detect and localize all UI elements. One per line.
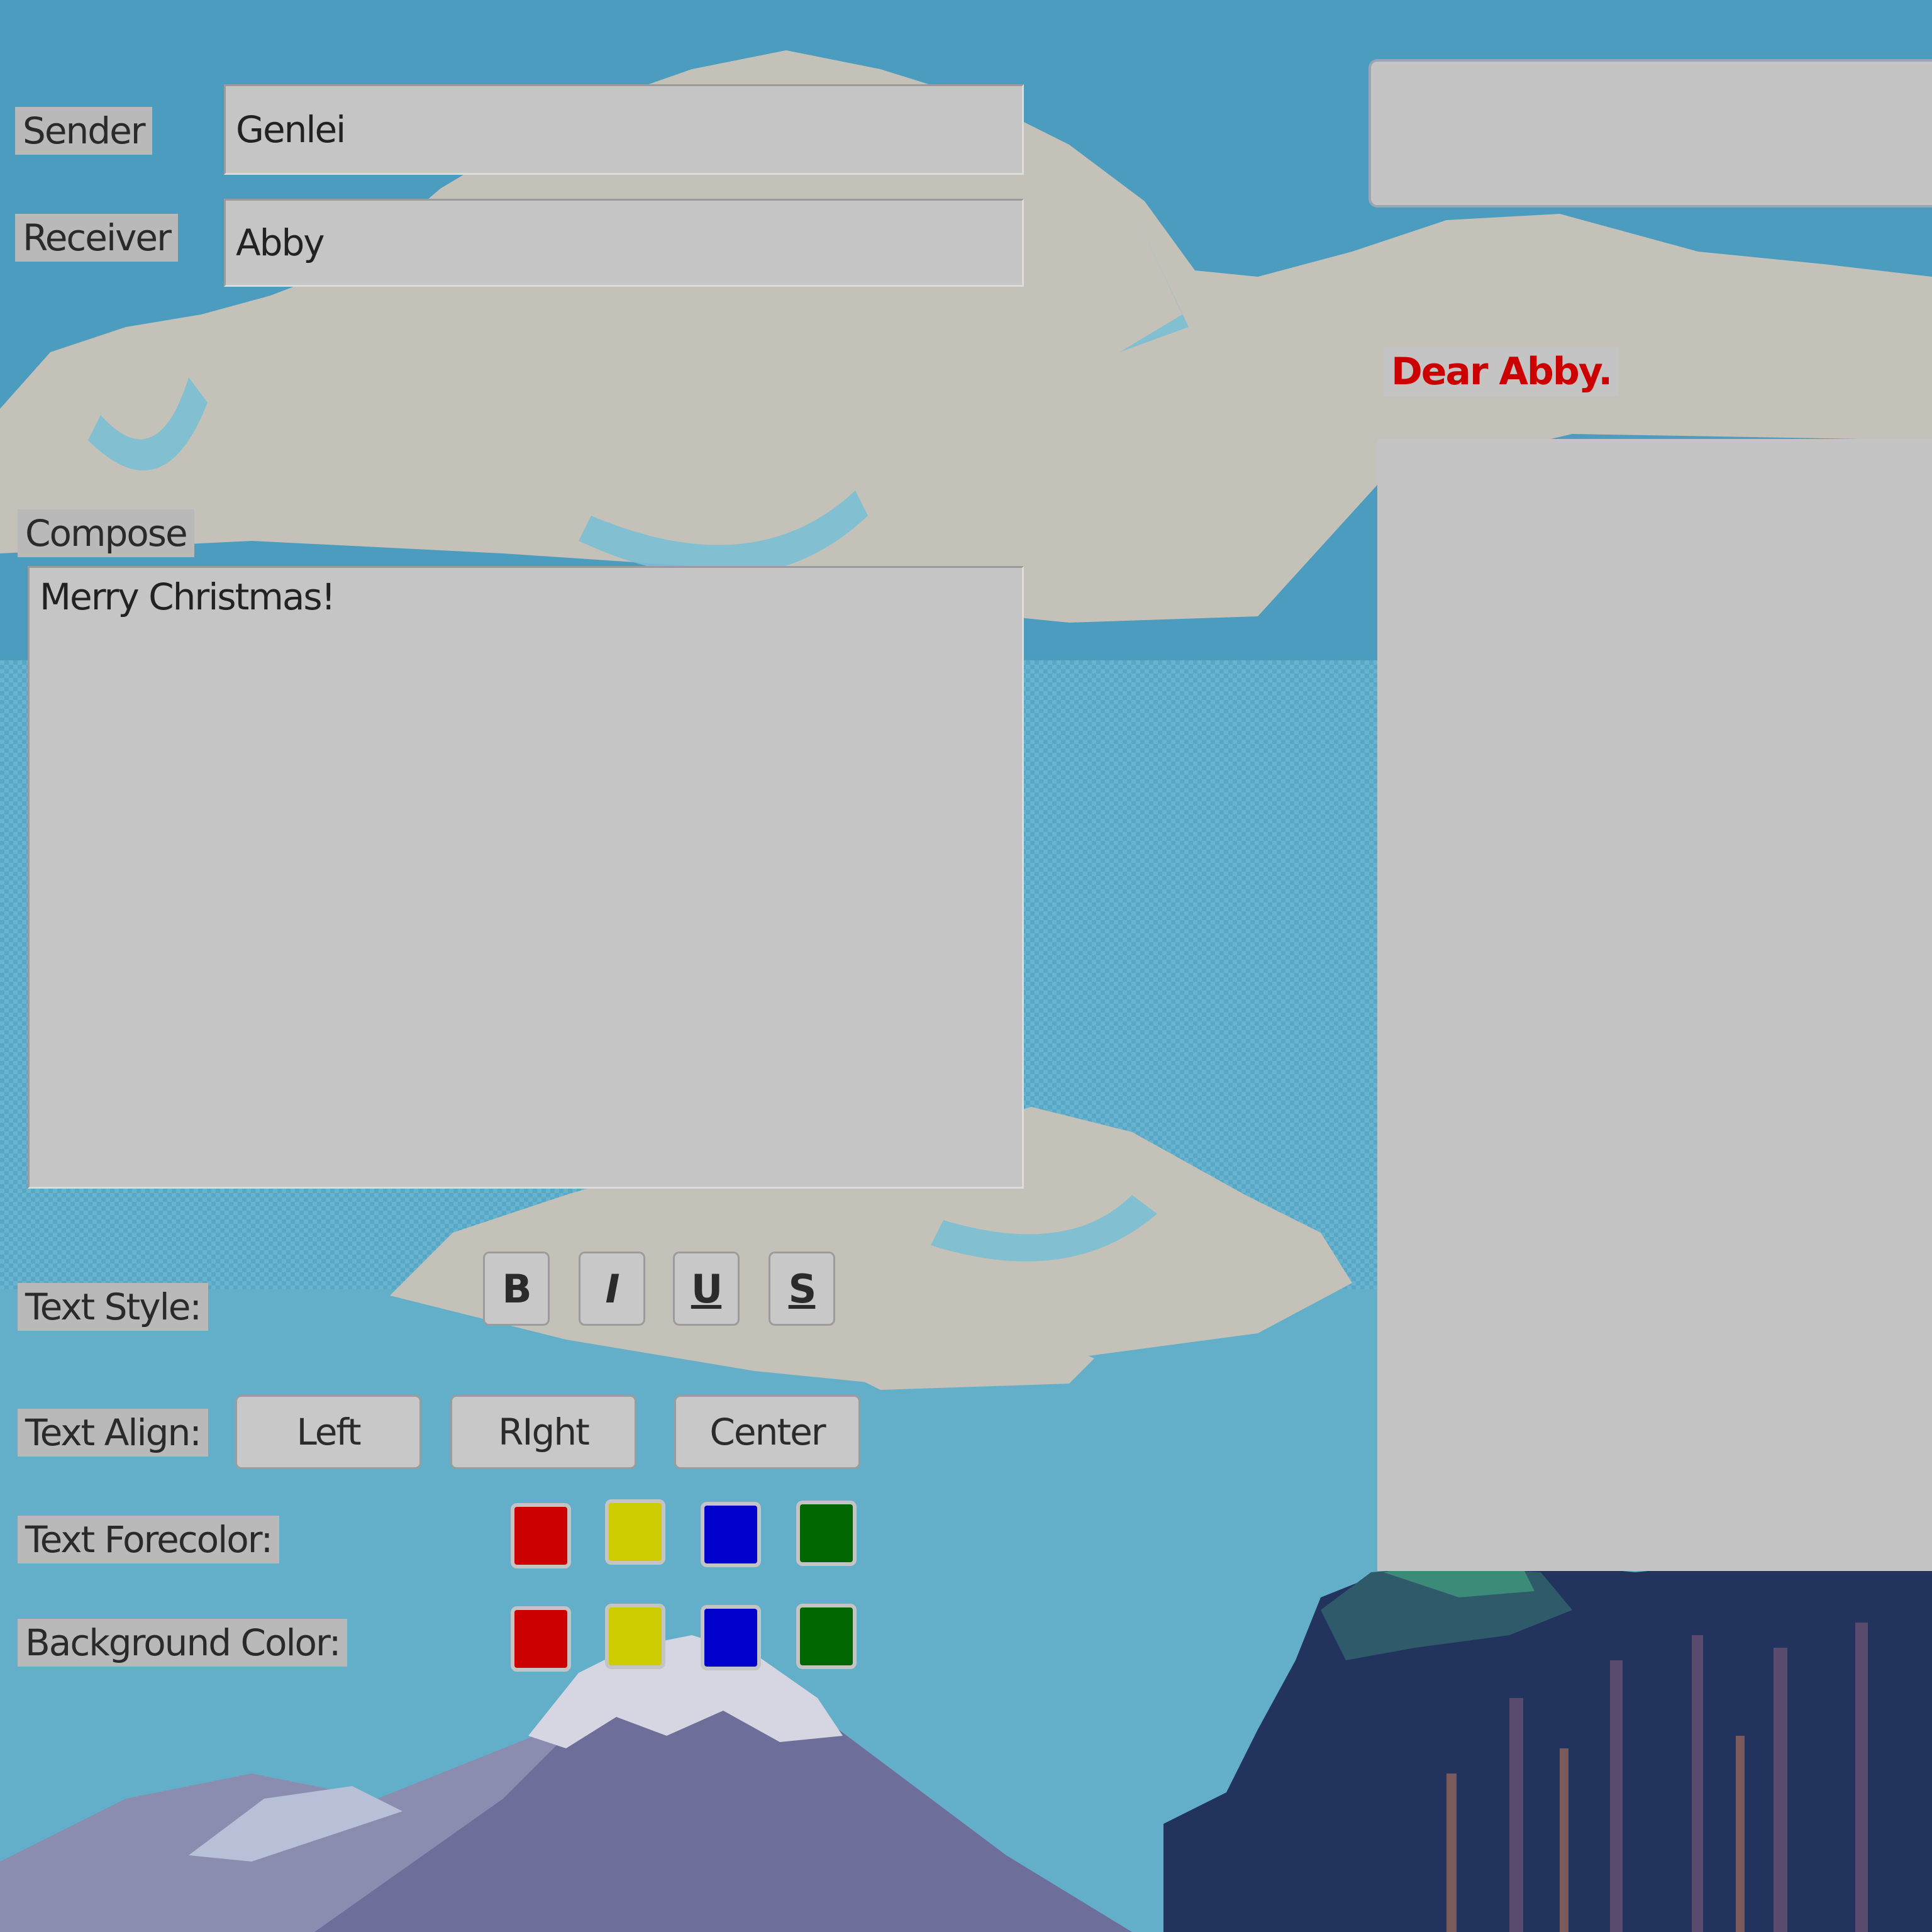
text-align-label: Text Align: <box>18 1409 208 1457</box>
sender-input[interactable] <box>224 84 1024 175</box>
strikethrough-button[interactable]: S <box>769 1252 835 1326</box>
bold-button[interactable]: B <box>483 1252 550 1326</box>
forecolor-green-swatch[interactable] <box>796 1501 857 1566</box>
italic-button[interactable]: I <box>579 1252 645 1326</box>
text-forecolor-label: Text Forecolor: <box>18 1516 280 1563</box>
align-left-button[interactable]: Left <box>235 1395 421 1469</box>
forecolor-blue-swatch[interactable] <box>701 1502 761 1567</box>
backcolor-blue-swatch[interactable] <box>701 1605 761 1670</box>
underline-button[interactable]: U <box>673 1252 740 1326</box>
align-right-button[interactable]: RIght <box>450 1395 636 1469</box>
header-box <box>1368 59 1932 208</box>
preview-panel <box>1377 439 1932 1571</box>
forecolor-yellow-swatch[interactable] <box>605 1499 665 1565</box>
compose-label: Compose <box>18 509 194 557</box>
sender-label: Sender <box>15 107 152 155</box>
preview-greeting: Dear Abby. <box>1384 347 1619 396</box>
text-style-label: Text Style: <box>18 1283 208 1331</box>
backcolor-green-swatch[interactable] <box>796 1604 857 1669</box>
backcolor-red-swatch[interactable] <box>511 1606 571 1672</box>
background-color-label: Background Color: <box>18 1619 348 1667</box>
forecolor-red-swatch[interactable] <box>511 1503 571 1568</box>
receiver-label: Receiver <box>15 214 178 262</box>
compose-textarea[interactable]: Merry Christmas! <box>28 566 1024 1189</box>
align-center-button[interactable]: Center <box>674 1395 860 1469</box>
backcolor-yellow-swatch[interactable] <box>605 1604 665 1669</box>
receiver-input[interactable] <box>224 199 1024 287</box>
